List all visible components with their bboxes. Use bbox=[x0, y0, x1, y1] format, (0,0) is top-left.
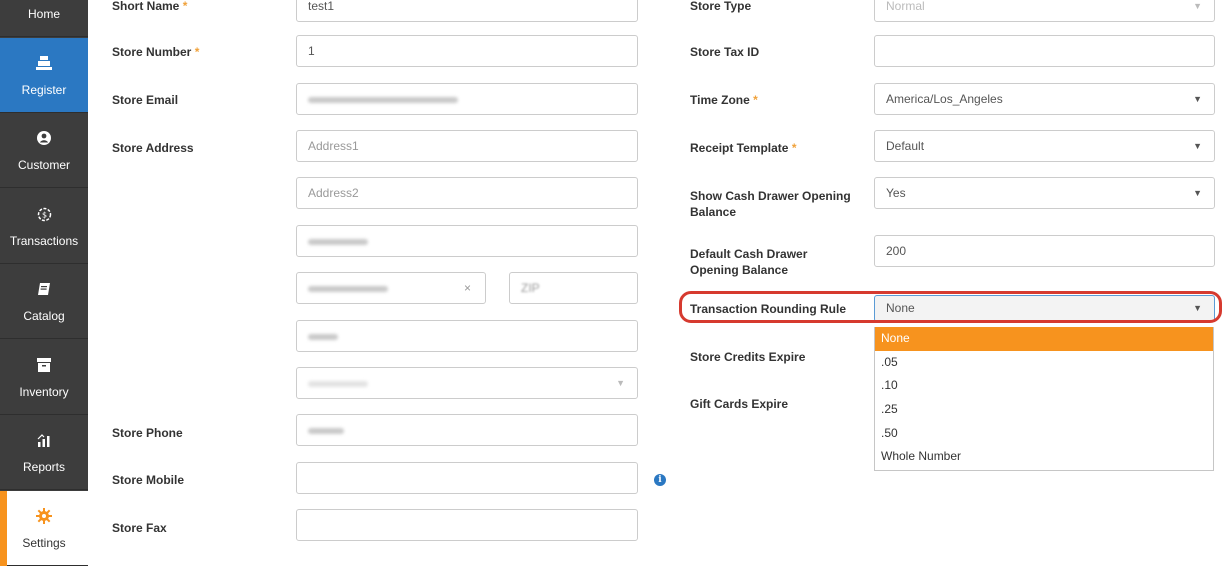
store-tax-id-input[interactable] bbox=[874, 35, 1215, 67]
sidebar-item-customer[interactable]: Customer bbox=[0, 113, 88, 188]
dropdown-option-whole-number[interactable]: Whole Number bbox=[875, 445, 1213, 469]
dropdown-option-25[interactable]: .25 bbox=[875, 398, 1213, 422]
inventory-icon bbox=[0, 357, 88, 373]
sidebar-item-label: Transactions bbox=[9, 234, 79, 248]
sidebar-item-catalog[interactable]: Catalog bbox=[0, 264, 88, 339]
sidebar: Home Register Customer $ Transactions Ca… bbox=[0, 0, 88, 566]
sidebar-item-home[interactable]: Home bbox=[0, 0, 88, 37]
store-email-input[interactable] bbox=[296, 83, 638, 115]
dropdown-option-10[interactable]: .10 bbox=[875, 374, 1213, 398]
store-type-label: Store Type bbox=[690, 0, 752, 13]
store-address-label: Store Address bbox=[112, 141, 194, 155]
show-cash-drawer-label: Show Cash Drawer Opening Balance bbox=[690, 189, 851, 219]
country-select[interactable]: ▼ bbox=[296, 367, 638, 399]
store-number-input[interactable]: 1 bbox=[296, 35, 638, 67]
time-zone-select[interactable]: America/Los_Angeles ▼ bbox=[874, 83, 1215, 115]
sidebar-item-label: Inventory bbox=[19, 385, 69, 399]
address2-input[interactable]: Address2 bbox=[296, 177, 638, 209]
short-name-label: Short Name * bbox=[112, 0, 188, 13]
dropdown-option-50[interactable]: .50 bbox=[875, 422, 1213, 446]
rounding-rule-dropdown: None .05 .10 .25 .50 Whole Number bbox=[874, 327, 1214, 471]
store-fax-label: Store Fax bbox=[112, 521, 167, 535]
chevron-down-icon: ▼ bbox=[1193, 94, 1202, 104]
chevron-down-icon: ▼ bbox=[1193, 188, 1202, 198]
short-name-input[interactable]: test1 bbox=[296, 0, 638, 22]
sidebar-item-reports[interactable]: Reports bbox=[0, 415, 88, 490]
store-number-label: Store Number * bbox=[112, 45, 200, 59]
address1-input[interactable]: Address1 bbox=[296, 130, 638, 162]
customer-icon bbox=[0, 130, 88, 146]
sidebar-item-transactions[interactable]: $ Transactions bbox=[0, 189, 88, 264]
state-select[interactable]: × bbox=[296, 272, 486, 304]
store-phone-label: Store Phone bbox=[112, 426, 183, 440]
sidebar-item-label: Home bbox=[27, 7, 60, 21]
transactions-icon: $ bbox=[0, 206, 88, 222]
county-input[interactable] bbox=[296, 320, 638, 352]
sidebar-item-settings[interactable]: Settings bbox=[0, 491, 88, 566]
sidebar-item-label: Reports bbox=[22, 460, 66, 474]
store-tax-id-label: Store Tax ID bbox=[690, 45, 760, 59]
clear-icon[interactable]: × bbox=[464, 273, 471, 303]
info-icon[interactable]: i bbox=[654, 474, 666, 486]
chevron-down-icon: ▼ bbox=[1193, 1, 1202, 11]
show-cash-drawer-select[interactable]: Yes ▼ bbox=[874, 177, 1215, 209]
store-mobile-label: Store Mobile bbox=[112, 473, 185, 487]
sidebar-item-label: Catalog bbox=[23, 309, 65, 323]
highlight-outline bbox=[679, 291, 1222, 323]
catalog-icon bbox=[0, 281, 88, 297]
receipt-template-select[interactable]: Default ▼ bbox=[874, 130, 1215, 162]
city-input[interactable] bbox=[296, 225, 638, 257]
sidebar-item-label: Register bbox=[21, 83, 67, 97]
sidebar-item-label: Settings bbox=[22, 536, 66, 550]
store-fax-input[interactable] bbox=[296, 509, 638, 541]
gift-cards-expire-label: Gift Cards Expire bbox=[690, 397, 789, 411]
dropdown-option-05[interactable]: .05 bbox=[875, 351, 1213, 375]
default-cash-drawer-label: Default Cash Drawer Opening Balance bbox=[690, 247, 808, 277]
chevron-down-icon: ▼ bbox=[616, 378, 625, 388]
svg-text:$: $ bbox=[41, 210, 46, 219]
receipt-template-label: Receipt Template * bbox=[690, 141, 797, 155]
sidebar-item-inventory[interactable]: Inventory bbox=[0, 340, 88, 415]
zip-input[interactable]: ZIP bbox=[509, 272, 638, 304]
store-email-label: Store Email bbox=[112, 93, 179, 107]
sidebar-item-register[interactable]: Register bbox=[0, 38, 88, 113]
dropdown-option-none[interactable]: None bbox=[875, 327, 1213, 351]
default-cash-drawer-input[interactable]: 200 bbox=[874, 235, 1215, 267]
store-credits-expire-label: Store Credits Expire bbox=[690, 350, 806, 364]
chevron-down-icon: ▼ bbox=[1193, 141, 1202, 151]
gear-icon bbox=[0, 508, 88, 524]
time-zone-label: Time Zone * bbox=[690, 93, 758, 107]
reports-icon bbox=[0, 432, 88, 448]
register-icon bbox=[0, 55, 88, 71]
sidebar-item-label: Customer bbox=[17, 158, 70, 172]
store-type-select[interactable]: Normal ▼ bbox=[874, 0, 1215, 22]
store-mobile-input[interactable] bbox=[296, 462, 638, 494]
store-phone-input[interactable] bbox=[296, 414, 638, 446]
